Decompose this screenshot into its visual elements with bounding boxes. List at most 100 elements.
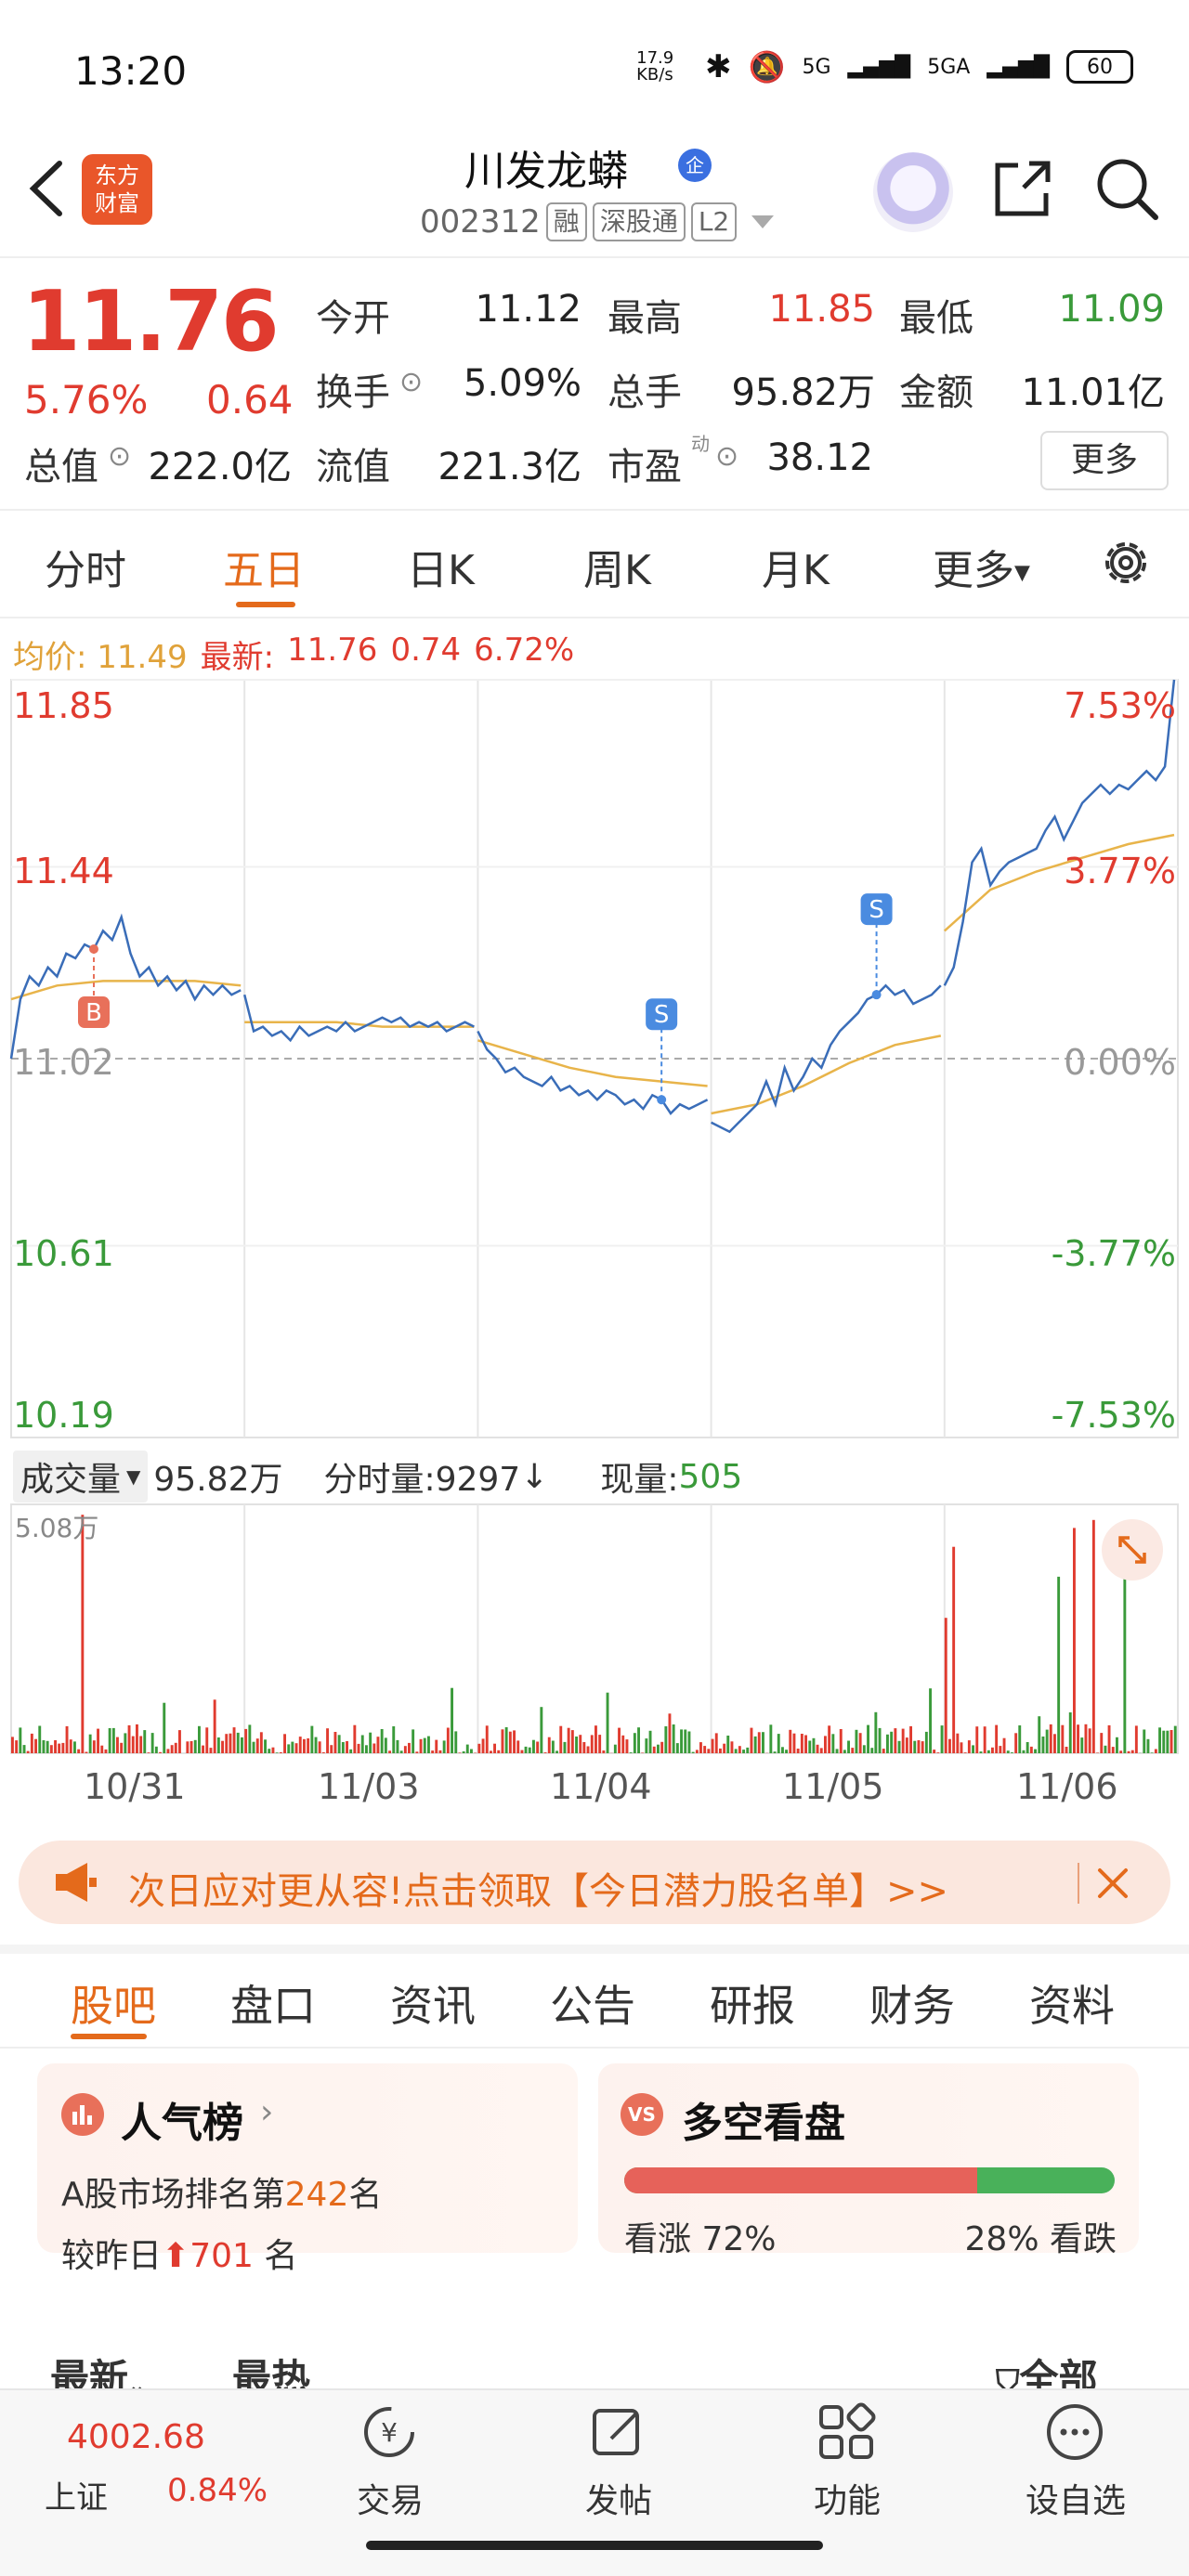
volume-bar <box>54 1740 57 1753</box>
volume-bar <box>388 1750 391 1753</box>
gear-icon[interactable] <box>1098 535 1154 591</box>
nav-add-watchlist[interactable]: 设自选 <box>1011 2474 1141 2522</box>
sell-marker-text: S <box>654 1001 670 1029</box>
turnover-label: 换手 <box>316 362 390 416</box>
signal-bars-icon: ▂▄▆█ <box>848 56 911 79</box>
net-speed: 17.9 KB/s <box>636 50 688 84</box>
volume-bar <box>975 1726 978 1753</box>
tab-guba[interactable]: 股吧 <box>71 1972 156 2034</box>
more-quote-button[interactable]: 更多 <box>1040 431 1169 490</box>
tab-announcements[interactable]: 公告 <box>550 1972 635 2034</box>
back-arrow-icon[interactable] <box>20 156 76 221</box>
volume-bar <box>626 1739 629 1753</box>
volume-bar <box>109 1728 111 1753</box>
promo-banner-text[interactable]: 次日应对更从容!点击领取【今日潜力股名单】>> <box>128 1861 948 1915</box>
info-icon[interactable]: ⊙ <box>399 366 423 398</box>
tab-profile[interactable]: 资料 <box>1029 1972 1115 2034</box>
app-logo[interactable]: 东方 财富 <box>82 154 152 225</box>
y-tick-left: 10.61 <box>13 1233 114 1274</box>
volume-bar <box>1128 1751 1130 1753</box>
enterprise-badge: 企 <box>678 149 712 182</box>
volume-bar <box>1108 1725 1111 1753</box>
tab-finance[interactable]: 财务 <box>869 1972 955 2034</box>
share-icon[interactable] <box>990 156 1055 221</box>
add-watchlist-icon[interactable] <box>1044 2401 1105 2463</box>
close-icon[interactable] <box>1092 1863 1133 1904</box>
current-volume-label: 现量: <box>600 1452 678 1501</box>
expand-icon[interactable] <box>1102 1519 1163 1581</box>
tab-monthly-k[interactable]: 月K <box>762 537 830 596</box>
volume-bar <box>968 1740 971 1753</box>
volume-bar <box>793 1734 796 1753</box>
volume-bar <box>754 1737 757 1753</box>
tab-intraday[interactable]: 分时 <box>45 537 126 596</box>
nav-trade[interactable]: 交易 <box>325 2474 455 2522</box>
volume-bar <box>751 1728 753 1753</box>
volume-bar <box>233 1727 236 1753</box>
volume-bar <box>420 1739 423 1753</box>
volume-bar <box>521 1750 524 1753</box>
tab-more-periods[interactable]: 更多▼ <box>933 537 1030 596</box>
volume-bar <box>299 1737 302 1753</box>
tab-five-day[interactable]: 五日 <box>223 537 305 596</box>
search-icon[interactable] <box>1094 156 1161 223</box>
nav-functions[interactable]: 功能 <box>782 2474 912 2522</box>
stock-code-row[interactable]: 002312 融 深股通 L2 <box>420 202 774 241</box>
volume-bar <box>781 1747 784 1753</box>
volume-selector[interactable]: 成交量 ▼ <box>13 1451 148 1503</box>
pe-label: 市盈 <box>608 436 682 490</box>
volume-bar <box>280 1752 282 1753</box>
volume-bar <box>1050 1724 1052 1753</box>
index-value[interactable]: 4002.68 <box>67 2418 205 2456</box>
price-line <box>244 995 474 1040</box>
volume-bar <box>536 1742 539 1754</box>
tab-news[interactable]: 资讯 <box>390 1972 476 2034</box>
volume-bar <box>190 1741 193 1753</box>
trade-icon[interactable]: ¥ <box>359 2401 420 2463</box>
latest-label: 最新: <box>201 631 274 677</box>
volume-chart[interactable] <box>0 1501 1189 1757</box>
volume-bar <box>952 1547 955 1753</box>
volume-bar <box>1014 1733 1017 1753</box>
volume-bar <box>105 1750 108 1753</box>
y-tick-left: 10.19 <box>13 1395 114 1436</box>
volume-bar <box>11 1737 14 1753</box>
change-amount: 0.64 <box>206 377 294 423</box>
tab-daily-k[interactable]: 日K <box>407 537 475 596</box>
volume-bar <box>843 1750 846 1753</box>
volume-bar <box>516 1740 519 1753</box>
index-percent[interactable]: 0.84% <box>167 2472 268 2509</box>
info-icon[interactable]: ⊙ <box>108 440 131 473</box>
volume-bar <box>322 1752 325 1753</box>
volume-bar <box>621 1736 624 1753</box>
volume-bar <box>555 1750 558 1753</box>
volume-bar <box>1123 1576 1126 1753</box>
volume-bar <box>894 1728 896 1753</box>
popularity-card[interactable] <box>37 2063 578 2253</box>
index-name[interactable]: 上证 <box>45 2472 108 2517</box>
volume-bar <box>984 1726 986 1753</box>
tab-research[interactable]: 研报 <box>710 1972 795 2034</box>
avg-price-line <box>712 1035 941 1113</box>
volume-bar <box>1018 1725 1021 1753</box>
functions-icon[interactable] <box>816 2401 877 2463</box>
volume-bar <box>268 1749 270 1753</box>
volume-bar <box>490 1750 492 1753</box>
x-date-label: 11/03 <box>318 1766 420 1807</box>
volume-bar <box>836 1749 839 1753</box>
volume-bar <box>870 1748 873 1753</box>
volume-total: 95.82万 <box>153 1452 282 1501</box>
five-day-price-chart[interactable]: BSS <box>0 674 1189 1445</box>
post-icon[interactable] <box>587 2401 648 2463</box>
volume-bar <box>564 1742 567 1753</box>
volume-bar <box>630 1752 633 1753</box>
ai-assistant-icon[interactable] <box>873 152 953 232</box>
info-icon[interactable]: ⊙ <box>715 440 738 473</box>
volume-bar <box>372 1744 375 1754</box>
nav-post[interactable]: 发帖 <box>554 2474 684 2522</box>
volume-bar <box>731 1741 734 1753</box>
tab-weekly-k[interactable]: 周K <box>583 537 651 596</box>
volume-bar <box>789 1730 791 1753</box>
tab-pankou[interactable]: 盘口 <box>230 1972 316 2034</box>
volume-bar <box>692 1752 695 1753</box>
